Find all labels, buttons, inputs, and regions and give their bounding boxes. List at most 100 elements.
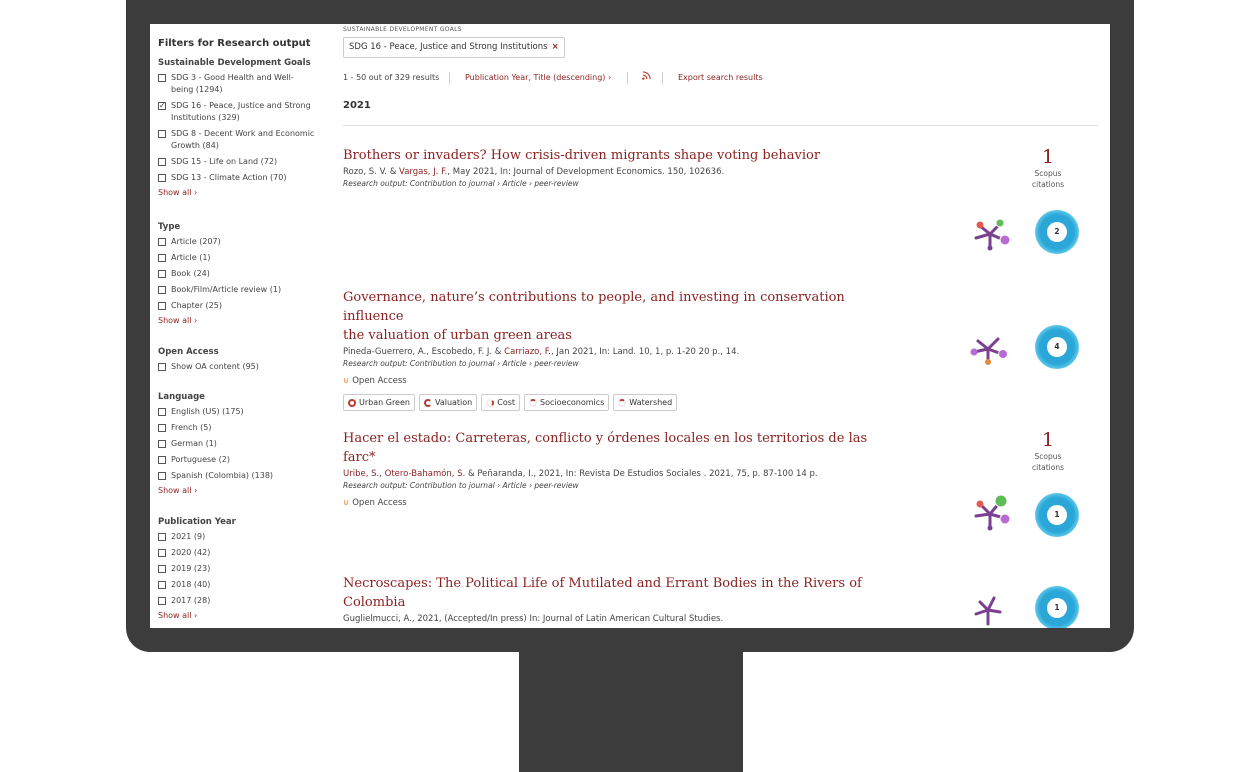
checkbox[interactable] [158,440,166,448]
filter-option[interactable]: SDG 3 - Good Health and Well-being (1294… [158,72,328,96]
tag-label: Valuation [434,398,473,407]
author-link[interactable]: Uribe, S. [343,469,379,479]
filter-option[interactable]: Book/Film/Article review (1) [158,284,328,296]
filter-option[interactable]: SDG 16 - Peace, Justice and Strong Instit… [158,100,328,124]
filter-option[interactable]: Article (1) [158,252,328,264]
altmetric-badge[interactable]: 4 [1035,325,1079,369]
show-all-link[interactable]: Show all › [158,188,328,197]
altmetric-badge[interactable]: 1 [1035,493,1079,537]
result-authors: Uribe, S., Otero-Bahamón, S. & Peñaranda… [343,469,903,479]
filter-option[interactable]: German (1) [158,438,328,450]
open-access-label: Open Access [352,498,407,508]
option-label: Growth (84) [171,141,219,150]
fingerprint-tag[interactable]: Socioeconomics [524,394,610,411]
fingerprint-tag[interactable]: Cost [481,394,521,411]
checkbox[interactable] [158,533,166,541]
checkbox[interactable] [158,565,166,573]
option-label: Chapter (25) [171,301,222,310]
plumx-icon[interactable] [970,594,1014,628]
filter-type-heading: Type [158,222,181,232]
result-title[interactable]: Necroscapes: The Political Life of Mutil… [343,574,903,612]
checkbox[interactable] [158,238,166,246]
author-link[interactable]: Vargas, J. F. [399,167,447,177]
results-count: 1 - 50 out of 329 results [343,73,440,82]
divider [343,125,1098,126]
tag-label: Socioeconomics [540,398,605,407]
filter-option[interactable]: Spanish (Colombia) (138) [158,470,328,482]
filter-option[interactable]: 2019 (23) [158,563,328,575]
filter-option[interactable]: Article (207) [158,236,328,248]
plumx-icon[interactable] [968,329,1012,369]
checkbox[interactable] [158,408,166,416]
checkbox[interactable] [158,158,166,166]
filter-option[interactable]: 2018 (40) [158,579,328,591]
citation-label: citations [1031,180,1065,189]
filter-option[interactable]: 2020 (42) [158,547,328,559]
filter-option[interactable]: SDG 15 - Life on Land (72) [158,156,328,168]
result-title[interactable]: Governance, nature’s contributions to pe… [343,288,903,345]
citation-label: Scopus [1034,169,1062,178]
checkbox[interactable] [158,130,166,138]
checkbox[interactable] [158,472,166,480]
checkbox[interactable] [158,549,166,557]
author-link[interactable]: Otero-Bahamón, S. [385,469,466,479]
ring-icon [486,398,495,407]
filter-option[interactable]: SDG 8 - Decent Work and Economic Growth (… [158,128,328,152]
filter-option[interactable]: 2021 (9) [158,531,328,543]
ring-icon [348,398,356,407]
chip-label: SDG 16 - Peace, Justice and Strong Insti… [349,42,548,52]
filter-option[interactable]: SDG 13 - Climate Action (70) [158,172,328,184]
show-all-link[interactable]: Show all › [158,316,328,325]
altmetric-badge[interactable]: 2 [1035,210,1079,254]
title-line: the valuation of urban green areas [343,328,572,343]
plumx-icon[interactable] [970,214,1014,254]
show-all-link[interactable]: Show all › [158,611,328,620]
rss-icon[interactable] [642,71,651,82]
filter-option[interactable]: Show OA content (95) [158,361,328,373]
remove-filter-icon[interactable]: × [552,42,559,52]
fingerprint-tag[interactable]: Valuation [418,394,478,411]
filter-option[interactable]: Portuguese (2) [158,454,328,466]
checkbox[interactable] [158,581,166,589]
checkbox[interactable] [158,302,166,310]
filters-sidebar: Filters for Research output Sustainable … [150,24,330,628]
checkbox[interactable] [158,363,166,371]
option-label: Spanish (Colombia) (138) [171,471,274,480]
checkbox[interactable] [158,424,166,432]
checkbox[interactable] [158,254,166,262]
result-title[interactable]: Hacer el estado: Carreteras, conflicto y… [343,429,903,467]
filter-year-heading: Publication Year [158,517,236,527]
scopus-citations[interactable]: 1 Scopus citations [1018,429,1078,473]
checkbox[interactable] [158,174,166,182]
altmetric-badge[interactable]: 1 [1035,586,1079,628]
author-link[interactable]: Carriazo, F. [504,347,551,357]
filter-option[interactable]: Book (24) [158,268,328,280]
option-label: Article (207) [171,237,221,246]
filter-option[interactable]: French (5) [158,422,328,434]
scopus-citations[interactable]: 1 Scopus citations [1018,146,1078,190]
filter-year: Publication Year 2021 (9) 2020 (42) 2019… [158,517,328,620]
filter-option[interactable]: Chapter (25) [158,300,328,312]
divider [627,72,628,84]
plumx-icon[interactable] [970,492,1014,532]
altmetric-score: 4 [1047,337,1067,357]
open-access-label: Open Access [352,376,407,386]
checkbox[interactable] [158,74,166,82]
fingerprint-tag[interactable]: Urban Green [343,394,415,411]
export-results-link[interactable]: Export search results [678,73,763,82]
fingerprint-tag[interactable]: Watershed [613,394,678,411]
filter-option[interactable]: English (US) (175) [158,406,328,418]
option-label: 2018 (40) [171,580,211,589]
sort-dropdown[interactable]: Publication Year, Title (descending) › [465,73,611,82]
tag-label: Watershed [629,398,673,407]
show-all-link[interactable]: Show all › [158,486,328,495]
checkbox[interactable] [158,456,166,464]
checkbox[interactable] [158,597,166,605]
checkbox[interactable] [158,286,166,294]
option-label: 2019 (23) [171,564,211,573]
filter-option[interactable]: 2017 (28) [158,595,328,607]
checkbox-checked[interactable] [158,100,166,112]
filter-open-access: Open Access Show OA content (95) [158,347,328,377]
checkbox[interactable] [158,270,166,278]
result-title[interactable]: Brothers or invaders? How crisis-driven … [343,146,903,165]
